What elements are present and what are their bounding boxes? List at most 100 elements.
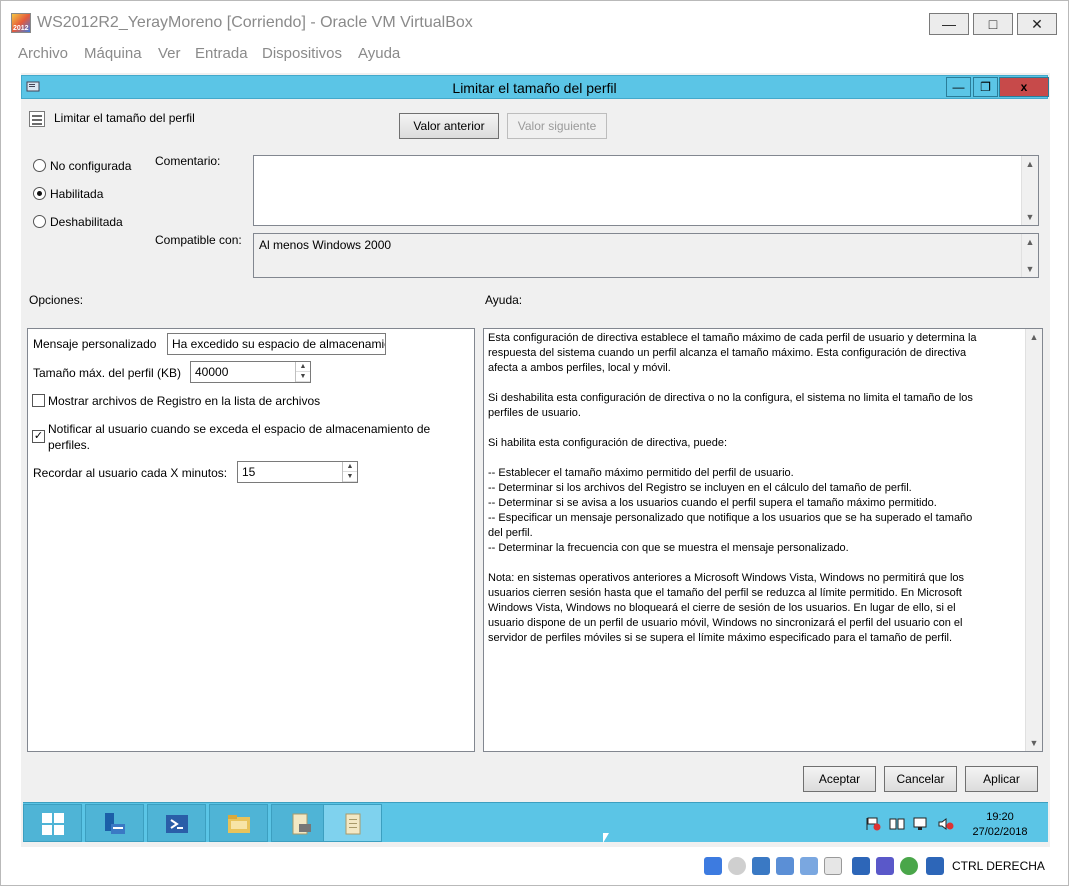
volume-muted-icon[interactable] [938, 817, 954, 831]
scroll-document-icon [345, 813, 361, 835]
menu-dispositivos[interactable]: Dispositivos [262, 45, 342, 62]
video-capture-status-icon[interactable] [876, 857, 894, 875]
scroll-up-arrow-icon[interactable]: ▲ [1022, 156, 1038, 172]
taskbar-powershell[interactable] [147, 804, 206, 842]
usb-status-icon[interactable] [800, 857, 818, 875]
folder-icon [228, 815, 250, 833]
host-window-title: WS2012R2_YerayMoreno [Corriendo] - Oracl… [37, 14, 473, 31]
next-setting-button[interactable]: Valor siguiente [507, 113, 607, 139]
taskbar-policy-setting[interactable] [323, 804, 382, 842]
mouse-integration-status-icon[interactable] [926, 857, 944, 875]
spin-up-icon[interactable]: ▲ [296, 362, 310, 372]
spin-up-icon[interactable]: ▲ [343, 462, 357, 472]
display-status-icon[interactable] [852, 857, 870, 875]
dialog-title-bar: Limitar el tamaño del perfil — ❐ x [21, 75, 1049, 99]
max-profile-size-spin-buttons[interactable]: ▲ ▼ [295, 362, 310, 382]
server-manager-icon [105, 813, 125, 834]
guest-taskbar: 19:20 27/02/2018 [23, 802, 1048, 842]
host-menu-bar: Archivo Máquina Ver Entrada Dispositivos… [1, 41, 1068, 67]
menu-maquina[interactable]: Máquina [84, 45, 142, 62]
display-icon[interactable] [913, 817, 929, 831]
notify-user-label-line2: perfiles. [48, 438, 91, 452]
virtualization-status-icon[interactable] [900, 857, 918, 875]
dialog-title: Limitar el tamaño del perfil [452, 80, 617, 96]
host-close-button[interactable]: ✕ [1017, 13, 1057, 35]
taskbar-clock[interactable]: 19:20 27/02/2018 [965, 810, 1035, 840]
help-text: Esta configuración de directiva establec… [488, 332, 977, 644]
radio-enabled[interactable] [33, 187, 46, 200]
start-button[interactable] [23, 804, 82, 842]
radio-disabled-label: Deshabilitada [50, 215, 123, 229]
menu-ayuda[interactable]: Ayuda [358, 45, 400, 62]
comment-textarea[interactable]: ▲ ▼ [253, 155, 1039, 226]
compatible-label: Compatible con: [155, 233, 242, 247]
options-section-label: Opciones: [29, 293, 84, 307]
host-key-label: CTRL DERECHA [952, 859, 1045, 873]
cancel-button[interactable]: Cancelar [884, 766, 957, 792]
virtualbox-window: 2012 WS2012R2_YerayMoreno [Corriendo] - … [0, 0, 1069, 886]
show-registry-label: Mostrar archivos de Registro en la lista… [48, 394, 321, 408]
audio-status-icon[interactable] [752, 857, 770, 875]
radio-enabled-label: Habilitada [50, 187, 104, 201]
menu-archivo[interactable]: Archivo [18, 45, 68, 62]
remind-interval-spin-buttons[interactable]: ▲ ▼ [342, 462, 357, 482]
scroll-down-arrow-icon[interactable]: ▼ [1022, 209, 1038, 225]
network-icon[interactable] [889, 817, 905, 831]
clock-date: 27/02/2018 [972, 826, 1028, 838]
host-maximize-button[interactable]: □ [973, 13, 1013, 35]
remind-interval-value: 15 [242, 465, 256, 479]
radio-disabled[interactable] [33, 215, 46, 228]
max-profile-size-spinner[interactable]: 40000 ▲ ▼ [190, 361, 311, 383]
accept-button[interactable]: Aceptar [803, 766, 876, 792]
hard-disk-status-icon[interactable] [704, 857, 722, 875]
scroll-up-arrow-icon[interactable]: ▲ [1026, 329, 1042, 345]
network-status-icon[interactable] [776, 857, 794, 875]
scroll-down-arrow-icon[interactable]: ▼ [1026, 735, 1042, 751]
notify-user-label-line1: Notificar al usuario cuando se exceda el… [48, 422, 431, 436]
help-panel: Esta configuración de directiva establec… [483, 328, 1043, 752]
spin-down-icon[interactable]: ▼ [343, 472, 357, 482]
dialog-restore-button[interactable]: ❐ [973, 77, 998, 97]
help-scrollbar[interactable]: ▲ ▼ [1025, 329, 1042, 751]
shared-folders-status-icon[interactable] [824, 857, 842, 875]
policy-setting-icon [29, 111, 45, 127]
scroll-up-arrow-icon[interactable]: ▲ [1022, 234, 1038, 250]
scroll-down-arrow-icon[interactable]: ▼ [1022, 261, 1038, 277]
show-registry-checkbox[interactable] [32, 394, 45, 407]
comment-label: Comentario: [155, 154, 221, 168]
custom-message-label: Mensaje personalizado [33, 337, 157, 351]
taskbar-file-explorer[interactable] [209, 804, 268, 842]
clock-time: 19:20 [986, 811, 1014, 823]
spin-down-icon[interactable]: ▼ [296, 372, 310, 382]
powershell-icon [166, 815, 188, 833]
comment-scrollbar[interactable]: ▲ ▼ [1021, 156, 1038, 225]
compatible-field: Al menos Windows 2000 ▲ ▼ [253, 233, 1039, 278]
optical-drive-status-icon[interactable] [728, 857, 746, 875]
action-center-flag-icon[interactable] [865, 817, 881, 831]
max-profile-size-value: 40000 [195, 365, 229, 379]
dialog-close-button[interactable]: x [999, 77, 1049, 97]
vm-icon-label: 2012 [13, 25, 29, 32]
dialog-minimize-button[interactable]: — [946, 77, 971, 97]
menu-entrada[interactable]: Entrada [195, 45, 248, 62]
notify-user-checkbox[interactable]: ✓ [32, 430, 45, 443]
taskbar-server-manager[interactable] [85, 804, 144, 842]
guest-screen: Limitar el tamaño del perfil — ❐ x Limit… [21, 73, 1050, 847]
max-profile-size-label: Tamaño máx. del perfil (KB) [33, 366, 182, 380]
custom-message-input[interactable]: Ha excedido su espacio de almacenamie [167, 333, 386, 355]
compatible-scrollbar[interactable]: ▲ ▼ [1021, 234, 1038, 277]
remind-interval-spinner[interactable]: 15 ▲ ▼ [237, 461, 358, 483]
taskbar-policy-editor[interactable] [271, 804, 330, 842]
apply-button[interactable]: Aplicar [965, 766, 1038, 792]
radio-not-configured-label: No configurada [50, 159, 132, 173]
policy-name: Limitar el tamaño del perfil [54, 111, 195, 125]
scroll-policy-icon [292, 813, 311, 835]
compatible-value: Al menos Windows 2000 [259, 238, 392, 252]
windows-logo-icon [42, 813, 64, 835]
radio-not-configured[interactable] [33, 159, 46, 172]
menu-ver[interactable]: Ver [158, 45, 181, 62]
previous-setting-button[interactable]: Valor anterior [399, 113, 499, 139]
host-minimize-button[interactable]: — [929, 13, 969, 35]
host-title-bar: 2012 WS2012R2_YerayMoreno [Corriendo] - … [1, 1, 1068, 41]
virtualbox-vm-icon: 2012 [11, 13, 31, 33]
